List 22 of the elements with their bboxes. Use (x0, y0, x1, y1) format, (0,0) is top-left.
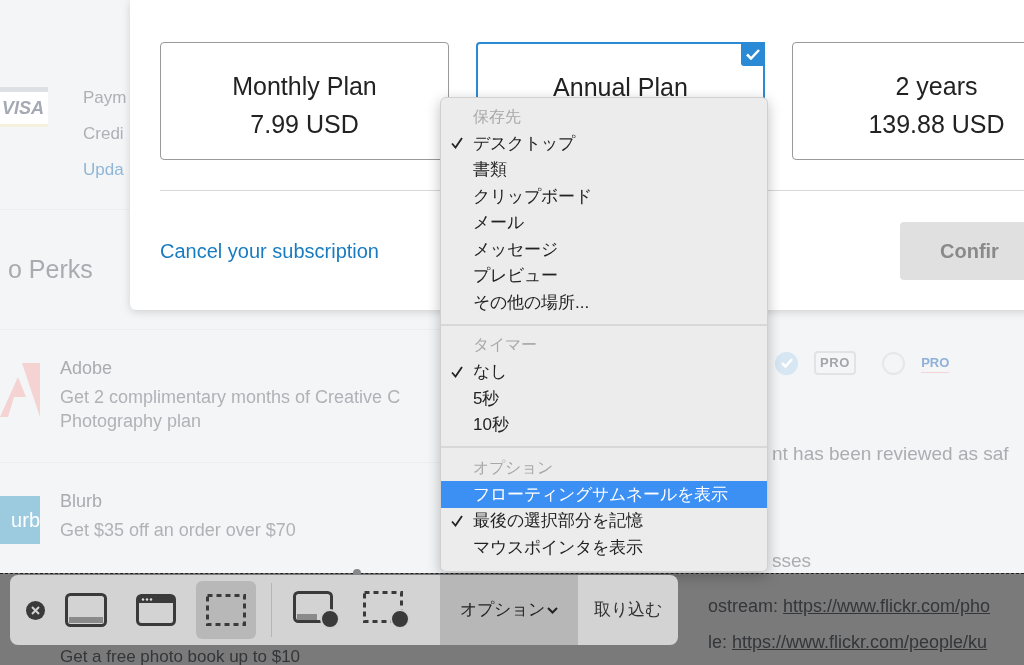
menu-section-header: タイマー (473, 335, 537, 355)
menu-section-header: オプション (473, 457, 553, 478)
plan-name: Annual Plan (553, 72, 688, 103)
credit-card-icon: VISA (0, 87, 48, 127)
menu-section-header: 保存先 (473, 106, 521, 127)
perk-description: Get $35 off an order over $70 (60, 519, 296, 542)
pro-label: PRO (814, 351, 857, 375)
plan-name: 2 years (895, 71, 978, 102)
payment-title: Paym (83, 87, 127, 109)
perk-name: Blurb (60, 490, 104, 513)
plan-price: 139.88 USD (868, 109, 1005, 140)
section-title: o Perks (8, 253, 93, 285)
plan-name: Monthly Plan (232, 71, 377, 102)
logo: urb (0, 496, 40, 544)
section-title: sses (772, 548, 813, 573)
perk-description: Get a free photo book up to $10 (60, 647, 301, 665)
perk-description: Get 2 complimentary months of Creative C Photography plan (60, 386, 401, 433)
plan-price: 7.99 USD (250, 109, 359, 140)
pro-label: PRO (921, 352, 950, 374)
perk-name: Adobe (60, 357, 114, 380)
payment-subtitle: Credi (83, 123, 125, 145)
notice-text: nt has been reviewed as saf (772, 442, 1010, 466)
